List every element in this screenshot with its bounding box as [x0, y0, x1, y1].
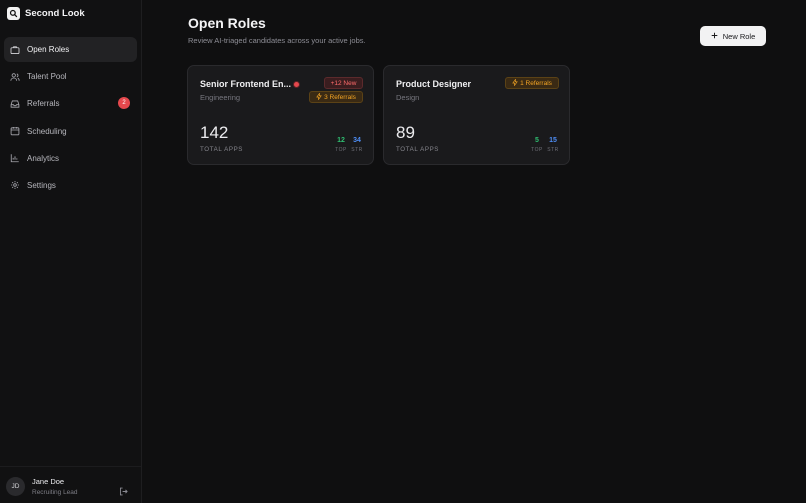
str-count: 34 [353, 137, 361, 144]
sidebar-item-talent-pool[interactable]: Talent Pool [4, 64, 137, 89]
total-apps-count: 142 [200, 123, 229, 142]
bolt-icon [512, 77, 518, 88]
str-label: STR [351, 147, 363, 153]
total-apps-label: TOTAL APPS [200, 146, 244, 153]
logout-icon[interactable] [119, 483, 128, 496]
avatar[interactable]: JD [6, 477, 25, 496]
referrals-badge: 3 Referrals [309, 91, 363, 103]
briefcase-icon [9, 44, 20, 55]
inbox-icon [9, 98, 20, 109]
alert-dot-icon [293, 81, 300, 88]
brand[interactable]: Second Look [7, 6, 85, 20]
new-role-label: New Role [722, 31, 756, 41]
sidebar-item-settings[interactable]: Settings [4, 173, 137, 198]
user-role: Recruiting Lead [32, 489, 78, 496]
calendar-icon [9, 126, 20, 137]
str-stat: 34 STR [349, 137, 365, 153]
top-stat: 5 TOP [529, 137, 545, 153]
user-profile: JD Jane Doe Recruiting Lead [0, 466, 141, 503]
page-title: Open Roles [188, 15, 266, 31]
role-title: Product Designer [396, 79, 472, 89]
total-apps-count: 89 [396, 123, 415, 142]
str-count: 15 [549, 137, 557, 144]
gear-icon [9, 180, 20, 191]
plus-icon [711, 32, 718, 41]
sidebar-item-label: Talent Pool [27, 72, 67, 82]
sidebar-item-analytics[interactable]: Analytics [4, 146, 137, 171]
str-label: STR [547, 147, 559, 153]
role-card[interactable]: Product Designer Design 1 Referrals 89 T… [383, 65, 570, 165]
role-department: Design [396, 93, 420, 102]
sidebar-item-label: Scheduling [27, 126, 67, 136]
role-department: Engineering [200, 93, 241, 102]
top-count: 12 [337, 137, 345, 144]
referrals-count-badge: 2 [118, 97, 130, 110]
sidebar: Second Look Open Roles Talent Pool Refer… [0, 0, 142, 503]
main-content: Open Roles Review AI-triaged candidates … [142, 0, 806, 503]
referrals-label: 1 Referrals [520, 79, 552, 87]
new-role-button[interactable]: New Role [700, 26, 766, 46]
bolt-icon [316, 91, 322, 102]
top-label: TOP [531, 147, 543, 153]
page-subtitle: Review AI-triaged candidates across your… [188, 36, 366, 45]
sidebar-item-label: Referrals [27, 99, 60, 109]
users-icon [9, 71, 20, 82]
top-stat: 12 TOP [333, 137, 349, 153]
total-apps-label: TOTAL APPS [396, 146, 440, 153]
sidebar-item-label: Analytics [27, 153, 60, 163]
referrals-badge: 1 Referrals [505, 77, 559, 89]
sidebar-item-label: Open Roles [27, 45, 70, 54]
brand-name: Second Look [25, 7, 85, 19]
str-stat: 15 STR [545, 137, 561, 153]
sidebar-item-open-roles[interactable]: Open Roles [4, 37, 137, 62]
user-name: Jane Doe [32, 477, 65, 486]
sidebar-item-label: Settings [27, 180, 56, 190]
role-title: Senior Frontend En... [200, 79, 292, 89]
role-card[interactable]: Senior Frontend En... Engineering +12 Ne… [187, 65, 374, 165]
sidebar-item-referrals[interactable]: Referrals 2 [4, 91, 137, 116]
top-count: 5 [535, 137, 539, 144]
sidebar-nav: Open Roles Talent Pool Referrals 2 Sched… [4, 37, 137, 200]
chart-icon [9, 153, 20, 164]
top-label: TOP [335, 147, 347, 153]
sidebar-item-scheduling[interactable]: Scheduling [4, 119, 137, 144]
new-candidates-badge: +12 New [324, 77, 363, 89]
referrals-label: 3 Referrals [324, 93, 356, 101]
search-logo-icon [7, 6, 20, 20]
